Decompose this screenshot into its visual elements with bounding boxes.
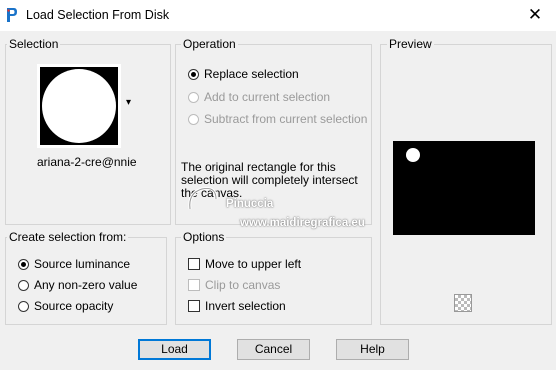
selection-dropdown-arrow[interactable]: ▾ (126, 97, 131, 108)
radio-label: Subtract from current selection (204, 112, 368, 126)
radio-button[interactable] (18, 258, 29, 270)
selection-thumbnail-image (40, 67, 118, 145)
help-button[interactable]: Help (336, 339, 409, 360)
preview-group-label: Preview (387, 37, 434, 51)
radio-source-luminance[interactable]: Source luminance (18, 256, 130, 272)
title-bar: Load Selection From Disk ✕ (0, 0, 556, 31)
preview-selection-circle (406, 148, 420, 162)
radio-button[interactable] (18, 300, 29, 312)
load-button[interactable]: Load (138, 339, 211, 360)
radio-button[interactable] (188, 68, 199, 80)
checkbox (188, 279, 200, 291)
operation-group-label: Operation (181, 37, 238, 51)
cancel-button[interactable]: Cancel (237, 339, 310, 360)
selection-filename: ariana-2-cre@nnie (37, 155, 137, 169)
paintshop-app-icon (7, 8, 17, 22)
radio-label: Source opacity (34, 299, 114, 313)
checkbox-label: Clip to canvas (205, 278, 281, 292)
radio-label: Add to current selection (204, 90, 331, 104)
radio-subtract-from-selection: Subtract from current selection (188, 111, 367, 127)
radio-source-opacity[interactable]: Source opacity (18, 298, 113, 314)
checkbox-invert-selection[interactable]: Invert selection (188, 298, 286, 314)
radio-button (188, 113, 199, 125)
checkbox[interactable] (188, 258, 200, 270)
radio-label: Any non-zero value (34, 278, 138, 292)
checkbox[interactable] (188, 300, 200, 312)
radio-button[interactable] (18, 279, 29, 291)
operation-description: The original rectangle for this selectio… (181, 160, 358, 200)
selection-thumbnail[interactable] (37, 64, 121, 148)
radio-label: Replace selection (204, 67, 299, 81)
radio-button (188, 91, 199, 103)
checkbox-label: Invert selection (205, 299, 286, 313)
options-group-label: Options (181, 230, 227, 244)
checkbox-clip-to-canvas: Clip to canvas (188, 277, 280, 293)
radio-add-to-selection: Add to current selection (188, 89, 330, 105)
window-title: Load Selection From Disk (26, 8, 170, 22)
checkbox-move-to-upper-left[interactable]: Move to upper left (188, 256, 301, 272)
close-button[interactable]: ✕ (518, 3, 552, 27)
create-from-group-label: Create selection from: (7, 230, 129, 244)
transparency-checker-icon[interactable] (454, 294, 472, 312)
radio-any-non-zero-value[interactable]: Any non-zero value (18, 277, 137, 293)
radio-replace-selection[interactable]: Replace selection (188, 66, 299, 82)
checkbox-label: Move to upper left (205, 257, 302, 271)
radio-label: Source luminance (34, 257, 131, 271)
preview-canvas (393, 141, 535, 235)
selection-group-label: Selection (7, 37, 61, 51)
